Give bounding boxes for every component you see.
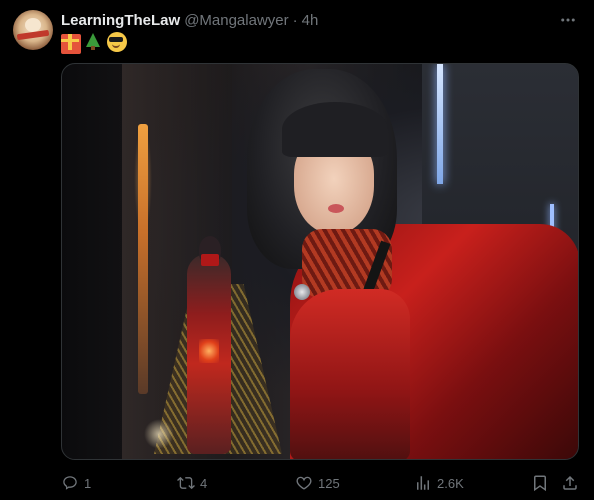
background-character-mask — [201, 254, 219, 266]
foreground-character-arm — [290, 289, 410, 459]
display-name[interactable]: LearningTheLaw — [61, 12, 180, 29]
repost-icon — [177, 476, 195, 490]
views-icon — [417, 476, 429, 490]
reply-button[interactable]: 1 — [61, 472, 91, 494]
light-strip — [437, 64, 443, 184]
like-button[interactable]: 125 — [295, 472, 340, 494]
tweet-header: LearningTheLaw @Mangalawyer · 4h — [61, 10, 318, 30]
share-icon — [563, 475, 577, 490]
bookmark-button[interactable] — [531, 472, 549, 494]
heart-icon — [296, 476, 312, 490]
background-character-core — [199, 339, 219, 363]
reply-icon — [63, 476, 77, 490]
foreground-character-bangs — [282, 102, 388, 157]
like-count: 125 — [318, 475, 340, 491]
tweet-text — [61, 32, 127, 54]
media-image[interactable] — [61, 63, 579, 460]
foreground-character-badge — [294, 284, 310, 300]
share-button[interactable] — [561, 472, 579, 494]
views-button[interactable]: 2.6K — [414, 472, 464, 494]
reply-count: 1 — [84, 475, 92, 491]
action-bar: 1 4 125 2.6K — [61, 472, 581, 494]
repost-button[interactable]: 4 — [177, 472, 207, 494]
more-button[interactable] — [556, 10, 580, 30]
tweet: LearningTheLaw @Mangalawyer · 4h 1 4 125… — [0, 0, 594, 500]
repost-count: 4 — [200, 475, 208, 491]
staff — [138, 124, 148, 394]
avatar-face — [25, 18, 41, 32]
views-count: 2.6K — [437, 475, 464, 491]
bookmark-icon — [534, 475, 546, 492]
floor-light — [144, 419, 174, 449]
post-timestamp[interactable]: 4h — [302, 12, 319, 29]
foreground-character-lips — [328, 204, 344, 213]
more-icon — [561, 18, 575, 22]
avatar[interactable] — [13, 10, 53, 50]
christmas-tree-emoji — [84, 32, 104, 52]
separator-dot: · — [292, 11, 298, 29]
gift-emoji — [61, 34, 81, 54]
avatar-band — [16, 29, 50, 41]
user-handle[interactable]: @Mangalawyer — [184, 12, 288, 29]
sunglasses-emoji — [107, 32, 127, 52]
